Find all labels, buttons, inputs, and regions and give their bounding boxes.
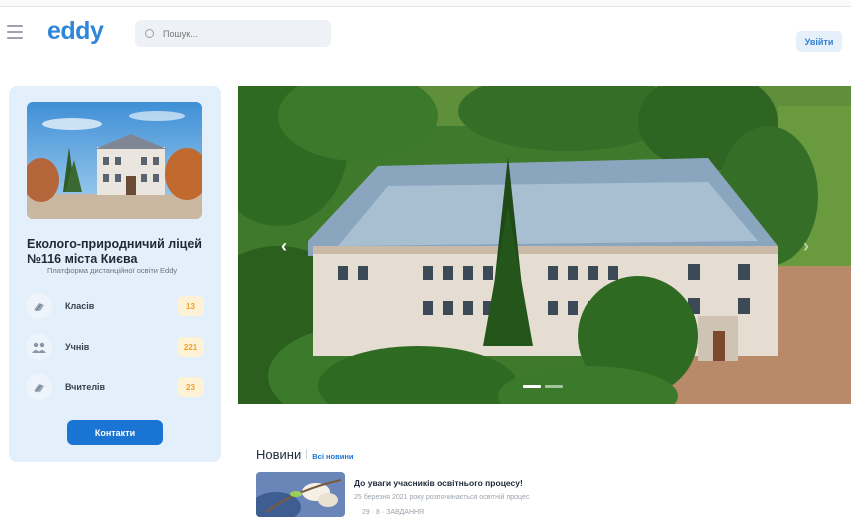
book-icon <box>26 293 52 319</box>
students-icon <box>26 334 52 360</box>
eddy-logo[interactable]: eddy <box>47 17 104 46</box>
carousel-dot-2[interactable] <box>545 385 563 388</box>
stat-classes-count: 13 <box>177 296 204 316</box>
login-button[interactable]: Увійти <box>796 31 842 52</box>
top-header: eddy Увійти <box>0 8 851 58</box>
search-icon <box>145 29 154 38</box>
platform-subtitle: Платформа дистанційної освіти Eddy <box>47 266 178 275</box>
stat-teachers-count: 23 <box>177 377 204 397</box>
hamburger-menu-icon[interactable] <box>7 25 23 39</box>
carousel-next-arrow-icon[interactable]: › <box>798 236 814 256</box>
teacher-icon <box>26 374 52 400</box>
stat-teachers-label: Вчителів <box>65 382 106 392</box>
news-thumbnail[interactable] <box>256 472 345 517</box>
browser-top-strip <box>0 0 851 7</box>
news-item-title[interactable]: До уваги учасників освітнього процесу! <box>354 478 523 488</box>
news-header: Новини Всі новини <box>256 447 353 462</box>
search-bar[interactable] <box>135 20 331 47</box>
stat-students-label: Учнів <box>65 342 90 352</box>
school-photo <box>27 102 202 219</box>
news-divider <box>306 449 308 459</box>
carousel-indicators <box>523 385 563 388</box>
stat-classes-label: Класів <box>65 301 95 311</box>
carousel-dot-1[interactable] <box>523 385 541 388</box>
stat-classes: Класів 13 <box>26 293 204 319</box>
search-input[interactable] <box>163 28 323 39</box>
carousel-prev-arrow-icon[interactable]: ‹ <box>276 236 292 256</box>
contacts-button[interactable]: Контакти <box>67 420 163 445</box>
school-name: Еколого-природничий ліцей №116 міста Киє… <box>27 237 202 266</box>
carousel-slide-image <box>238 86 851 404</box>
all-news-link[interactable]: Всі новини <box>312 452 353 461</box>
stat-students-count: 221 <box>177 337 204 357</box>
news-title: Новини <box>256 447 302 462</box>
news-item-meta: 29 · 8 · ЗАВДАННЯ <box>362 509 425 516</box>
stat-teachers: Вчителів 23 <box>26 374 204 400</box>
stat-students: Учнів 221 <box>26 334 204 360</box>
photo-carousel[interactable]: ‹ › <box>238 86 851 404</box>
news-item-subtitle: 25 березня 2021 року розпочинається осві… <box>354 494 530 501</box>
school-sidebar-card: Еколого-природничий ліцей №116 міста Киє… <box>9 86 221 462</box>
